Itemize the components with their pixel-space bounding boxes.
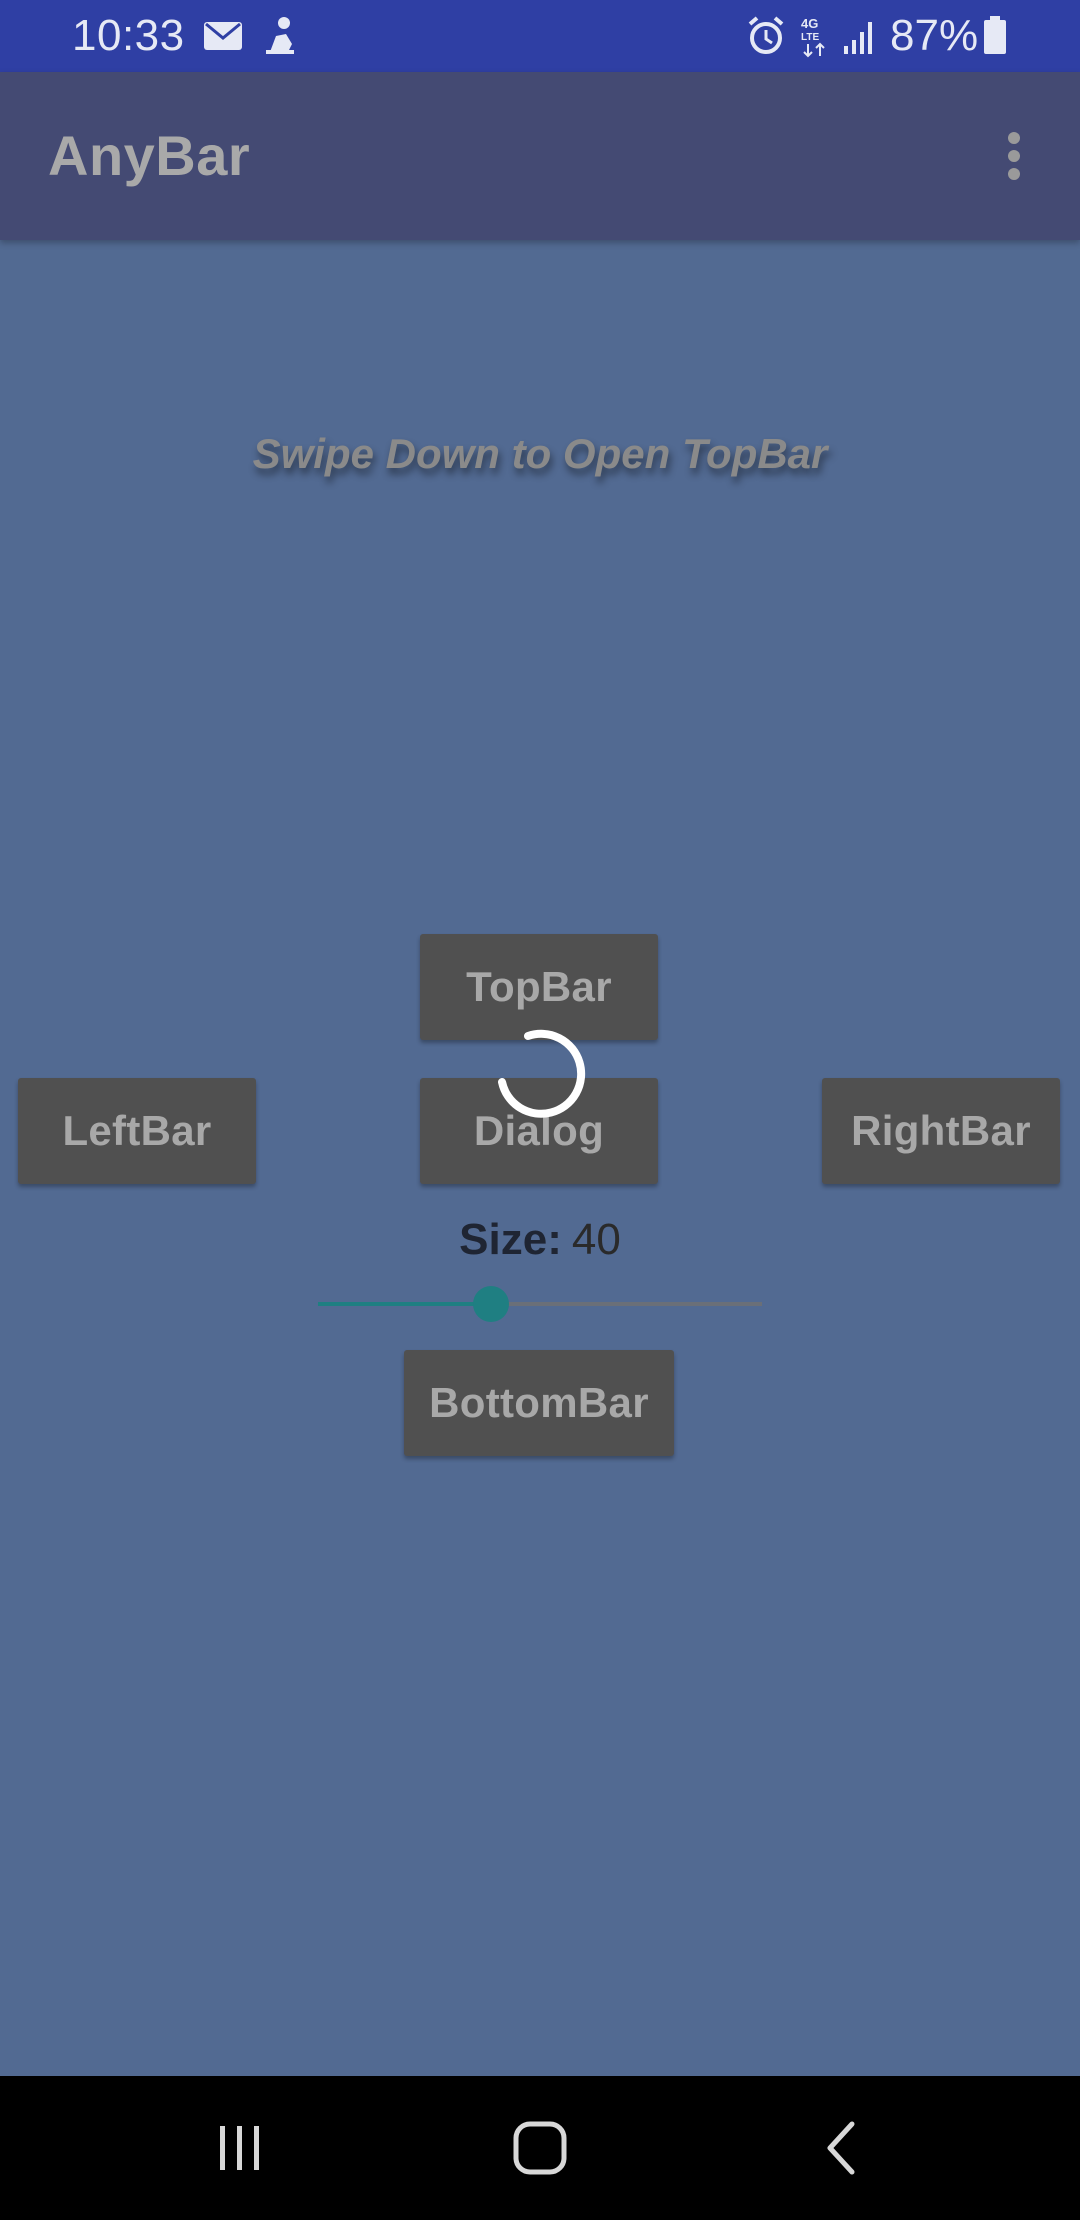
battery-percentage: 87% <box>890 11 979 60</box>
size-row: Size: 40 <box>0 1212 1080 1268</box>
4g-lte-icon: 4G LTE <box>798 14 832 58</box>
svg-text:4G: 4G <box>801 16 818 31</box>
svg-text:LTE: LTE <box>801 32 819 43</box>
more-vert-icon[interactable] <box>990 126 1038 186</box>
status-time: 10:33 <box>72 11 185 60</box>
battery-icon <box>982 14 1008 58</box>
email-icon <box>202 14 244 58</box>
status-bar: 10:33 4G LTE 87% <box>0 0 1080 72</box>
recent-apps-icon[interactable] <box>204 2112 276 2184</box>
size-slider[interactable] <box>318 1284 762 1324</box>
rightbar-button[interactable]: RightBar <box>822 1078 1060 1184</box>
bottombar-button[interactable]: BottomBar <box>404 1350 674 1456</box>
app-title: AnyBar <box>48 124 251 187</box>
slider-thumb[interactable] <box>473 1286 509 1322</box>
navigation-bar <box>0 2076 1080 2220</box>
leftbar-button[interactable]: LeftBar <box>18 1078 256 1184</box>
swipe-hint: Swipe Down to Open TopBar <box>252 430 828 477</box>
home-icon[interactable] <box>504 2112 576 2184</box>
notification-icon <box>262 14 298 58</box>
alarm-icon <box>744 14 788 58</box>
size-label: Size: <box>459 1215 562 1264</box>
screen: 10:33 4G LTE 87% AnyBar Swipe Down to Op… <box>0 0 1080 2220</box>
app-bar: AnyBar <box>0 72 1080 240</box>
signal-icon <box>842 14 878 58</box>
slider-fill <box>318 1302 491 1306</box>
back-icon[interactable] <box>806 2112 878 2184</box>
loading-spinner-icon <box>480 1014 600 1134</box>
size-value: 40 <box>571 1215 621 1264</box>
